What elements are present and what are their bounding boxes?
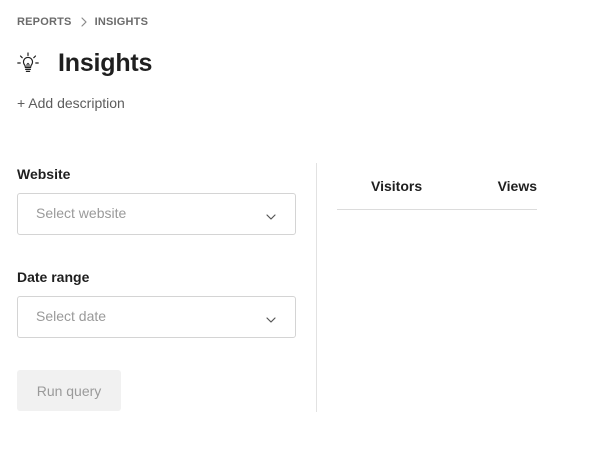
breadcrumb-item-reports[interactable]: REPORTS [17, 16, 72, 28]
website-select[interactable]: Select website [17, 193, 296, 235]
run-query-button[interactable]: Run query [17, 370, 121, 411]
chevron-down-icon [265, 209, 277, 220]
date-range-select[interactable]: Select date [17, 296, 296, 338]
date-range-select-placeholder: Select date [36, 308, 107, 324]
breadcrumb: REPORTS INSIGHTS [17, 15, 148, 29]
date-range-label: Date range [17, 269, 90, 285]
column-header-views[interactable]: Views [498, 178, 537, 194]
add-description-link[interactable]: + Add description [17, 95, 125, 111]
breadcrumb-item-insights: INSIGHTS [94, 16, 149, 28]
panel-divider [316, 163, 317, 412]
page-title: Insights [58, 48, 153, 77]
website-select-placeholder: Select website [36, 205, 127, 221]
column-header-visitors[interactable]: Visitors [371, 178, 422, 194]
page-header: Insights [17, 46, 152, 80]
chevron-down-icon [265, 312, 277, 323]
website-label: Website [17, 166, 71, 182]
lightbulb-icon [17, 52, 39, 74]
chevron-right-icon [78, 16, 90, 28]
results-table-header: Visitors Views [337, 177, 537, 210]
